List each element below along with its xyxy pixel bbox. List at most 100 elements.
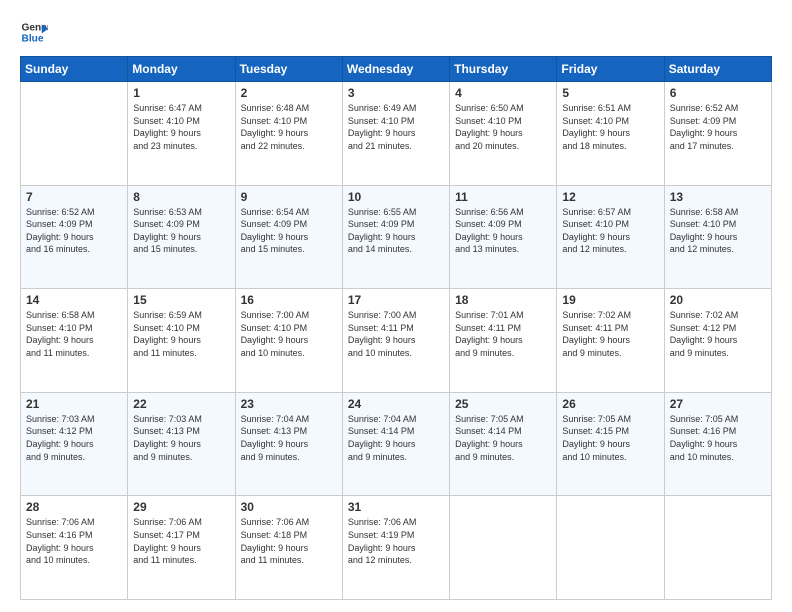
- day-number: 30: [241, 500, 337, 514]
- day-info: Sunrise: 7:06 AM Sunset: 4:19 PM Dayligh…: [348, 516, 444, 566]
- day-info: Sunrise: 6:48 AM Sunset: 4:10 PM Dayligh…: [241, 102, 337, 152]
- day-info: Sunrise: 6:59 AM Sunset: 4:10 PM Dayligh…: [133, 309, 229, 359]
- day-number: 8: [133, 190, 229, 204]
- calendar-cell: 29Sunrise: 7:06 AM Sunset: 4:17 PM Dayli…: [128, 496, 235, 600]
- calendar-cell: 31 Sunrise: 7:06 AM Sunset: 4:19 PM Dayli…: [342, 496, 449, 600]
- day-info: Sunrise: 7:02 AM Sunset: 4:11 PM Dayligh…: [562, 309, 658, 359]
- day-number: 28: [26, 500, 122, 514]
- day-number: 26: [562, 397, 658, 411]
- day-info: Sunrise: 6:54 AM Sunset: 4:09 PM Dayligh…: [241, 206, 337, 256]
- day-info: Sunrise: 6:56 AM Sunset: 4:09 PM Dayligh…: [455, 206, 551, 256]
- calendar-cell: [21, 82, 128, 186]
- calendar-cell: 25 Sunrise: 7:05 AM Sunset: 4:14 PM Dayli…: [450, 392, 557, 496]
- calendar-cell: 16 Sunrise: 7:00 AM Sunset: 4:10 PM Dayli…: [235, 289, 342, 393]
- calendar-table: SundayMondayTuesdayWednesdayThursdayFrid…: [20, 56, 772, 600]
- day-info: Sunrise: 6:53 AM Sunset: 4:09 PM Dayligh…: [133, 206, 229, 256]
- calendar-cell: 23 Sunrise: 7:04 AM Sunset: 4:13 PM Dayli…: [235, 392, 342, 496]
- day-number: 1: [133, 86, 229, 100]
- calendar-cell: 19 Sunrise: 7:02 AM Sunset: 4:11 PM Dayli…: [557, 289, 664, 393]
- calendar-cell: 28Sunrise: 7:06 AM Sunset: 4:16 PM Dayli…: [21, 496, 128, 600]
- header: General Blue: [20, 18, 772, 46]
- weekday-header-wednesday: Wednesday: [342, 57, 449, 82]
- logo: General Blue: [20, 18, 48, 46]
- day-number: 23: [241, 397, 337, 411]
- weekday-header-tuesday: Tuesday: [235, 57, 342, 82]
- calendar-cell: 11 Sunrise: 6:56 AM Sunset: 4:09 PM Dayli…: [450, 185, 557, 289]
- calendar-cell: 17 Sunrise: 7:00 AM Sunset: 4:11 PM Dayli…: [342, 289, 449, 393]
- day-number: 16: [241, 293, 337, 307]
- week-row-2: 7 Sunrise: 6:52 AM Sunset: 4:09 PM Daylig…: [21, 185, 772, 289]
- day-info: Sunrise: 6:52 AM Sunset: 4:09 PM Dayligh…: [26, 206, 122, 256]
- week-row-3: 14 Sunrise: 6:58 AM Sunset: 4:10 PM Dayli…: [21, 289, 772, 393]
- day-number: 10: [348, 190, 444, 204]
- day-info: Sunrise: 6:47 AM Sunset: 4:10 PM Dayligh…: [133, 102, 229, 152]
- calendar-cell: 20 Sunrise: 7:02 AM Sunset: 4:12 PM Dayli…: [664, 289, 771, 393]
- day-number: 12: [562, 190, 658, 204]
- calendar-cell: [557, 496, 664, 600]
- calendar-cell: 14 Sunrise: 6:58 AM Sunset: 4:10 PM Dayli…: [21, 289, 128, 393]
- day-number: 24: [348, 397, 444, 411]
- calendar-cell: 10 Sunrise: 6:55 AM Sunset: 4:09 PM Dayli…: [342, 185, 449, 289]
- day-number: 19: [562, 293, 658, 307]
- calendar-cell: 13 Sunrise: 6:58 AM Sunset: 4:10 PM Dayli…: [664, 185, 771, 289]
- day-info: Sunrise: 7:04 AM Sunset: 4:14 PM Dayligh…: [348, 413, 444, 463]
- day-info: Sunrise: 6:55 AM Sunset: 4:09 PM Dayligh…: [348, 206, 444, 256]
- day-number: 17: [348, 293, 444, 307]
- day-info: Sunrise: 7:05 AM Sunset: 4:15 PM Dayligh…: [562, 413, 658, 463]
- calendar-cell: 5Sunrise: 6:51 AM Sunset: 4:10 PM Daylig…: [557, 82, 664, 186]
- calendar-cell: [450, 496, 557, 600]
- day-number: 21: [26, 397, 122, 411]
- day-number: 13: [670, 190, 766, 204]
- week-row-4: 21 Sunrise: 7:03 AM Sunset: 4:12 PM Dayli…: [21, 392, 772, 496]
- day-info: Sunrise: 6:49 AM Sunset: 4:10 PM Dayligh…: [348, 102, 444, 152]
- calendar-cell: 7 Sunrise: 6:52 AM Sunset: 4:09 PM Daylig…: [21, 185, 128, 289]
- calendar-cell: [664, 496, 771, 600]
- day-number: 31: [348, 500, 444, 514]
- calendar-cell: 8 Sunrise: 6:53 AM Sunset: 4:09 PM Daylig…: [128, 185, 235, 289]
- day-info: Sunrise: 7:02 AM Sunset: 4:12 PM Dayligh…: [670, 309, 766, 359]
- day-info: Sunrise: 7:03 AM Sunset: 4:12 PM Dayligh…: [26, 413, 122, 463]
- day-number: 11: [455, 190, 551, 204]
- calendar-cell: 24 Sunrise: 7:04 AM Sunset: 4:14 PM Dayli…: [342, 392, 449, 496]
- day-number: 4: [455, 86, 551, 100]
- day-info: Sunrise: 6:51 AM Sunset: 4:10 PM Dayligh…: [562, 102, 658, 152]
- day-number: 6: [670, 86, 766, 100]
- day-number: 7: [26, 190, 122, 204]
- weekday-header-friday: Friday: [557, 57, 664, 82]
- weekday-header-sunday: Sunday: [21, 57, 128, 82]
- weekday-header-thursday: Thursday: [450, 57, 557, 82]
- day-number: 25: [455, 397, 551, 411]
- logo-icon: General Blue: [20, 18, 48, 46]
- day-info: Sunrise: 6:58 AM Sunset: 4:10 PM Dayligh…: [670, 206, 766, 256]
- day-number: 27: [670, 397, 766, 411]
- day-number: 15: [133, 293, 229, 307]
- day-number: 14: [26, 293, 122, 307]
- calendar-cell: 2 Sunrise: 6:48 AM Sunset: 4:10 PM Daylig…: [235, 82, 342, 186]
- day-info: Sunrise: 6:57 AM Sunset: 4:10 PM Dayligh…: [562, 206, 658, 256]
- day-number: 20: [670, 293, 766, 307]
- calendar-cell: 26 Sunrise: 7:05 AM Sunset: 4:15 PM Dayli…: [557, 392, 664, 496]
- day-info: Sunrise: 7:04 AM Sunset: 4:13 PM Dayligh…: [241, 413, 337, 463]
- calendar-cell: 27Sunrise: 7:05 AM Sunset: 4:16 PM Dayli…: [664, 392, 771, 496]
- week-row-5: 28Sunrise: 7:06 AM Sunset: 4:16 PM Dayli…: [21, 496, 772, 600]
- calendar-cell: 22Sunrise: 7:03 AM Sunset: 4:13 PM Dayli…: [128, 392, 235, 496]
- calendar-cell: 30 Sunrise: 7:06 AM Sunset: 4:18 PM Dayli…: [235, 496, 342, 600]
- calendar-cell: 12 Sunrise: 6:57 AM Sunset: 4:10 PM Dayli…: [557, 185, 664, 289]
- calendar-cell: 6Sunrise: 6:52 AM Sunset: 4:09 PM Daylig…: [664, 82, 771, 186]
- day-number: 9: [241, 190, 337, 204]
- day-info: Sunrise: 7:01 AM Sunset: 4:11 PM Dayligh…: [455, 309, 551, 359]
- day-info: Sunrise: 7:05 AM Sunset: 4:14 PM Dayligh…: [455, 413, 551, 463]
- calendar-cell: 21 Sunrise: 7:03 AM Sunset: 4:12 PM Dayli…: [21, 392, 128, 496]
- day-info: Sunrise: 7:06 AM Sunset: 4:17 PM Dayligh…: [133, 516, 229, 566]
- weekday-header-saturday: Saturday: [664, 57, 771, 82]
- calendar-cell: 4 Sunrise: 6:50 AM Sunset: 4:10 PM Daylig…: [450, 82, 557, 186]
- day-info: Sunrise: 7:03 AM Sunset: 4:13 PM Dayligh…: [133, 413, 229, 463]
- day-number: 2: [241, 86, 337, 100]
- calendar-cell: 15 Sunrise: 6:59 AM Sunset: 4:10 PM Dayli…: [128, 289, 235, 393]
- day-info: Sunrise: 7:06 AM Sunset: 4:18 PM Dayligh…: [241, 516, 337, 566]
- day-number: 18: [455, 293, 551, 307]
- day-info: Sunrise: 7:00 AM Sunset: 4:10 PM Dayligh…: [241, 309, 337, 359]
- day-info: Sunrise: 6:58 AM Sunset: 4:10 PM Dayligh…: [26, 309, 122, 359]
- day-info: Sunrise: 6:50 AM Sunset: 4:10 PM Dayligh…: [455, 102, 551, 152]
- day-info: Sunrise: 7:00 AM Sunset: 4:11 PM Dayligh…: [348, 309, 444, 359]
